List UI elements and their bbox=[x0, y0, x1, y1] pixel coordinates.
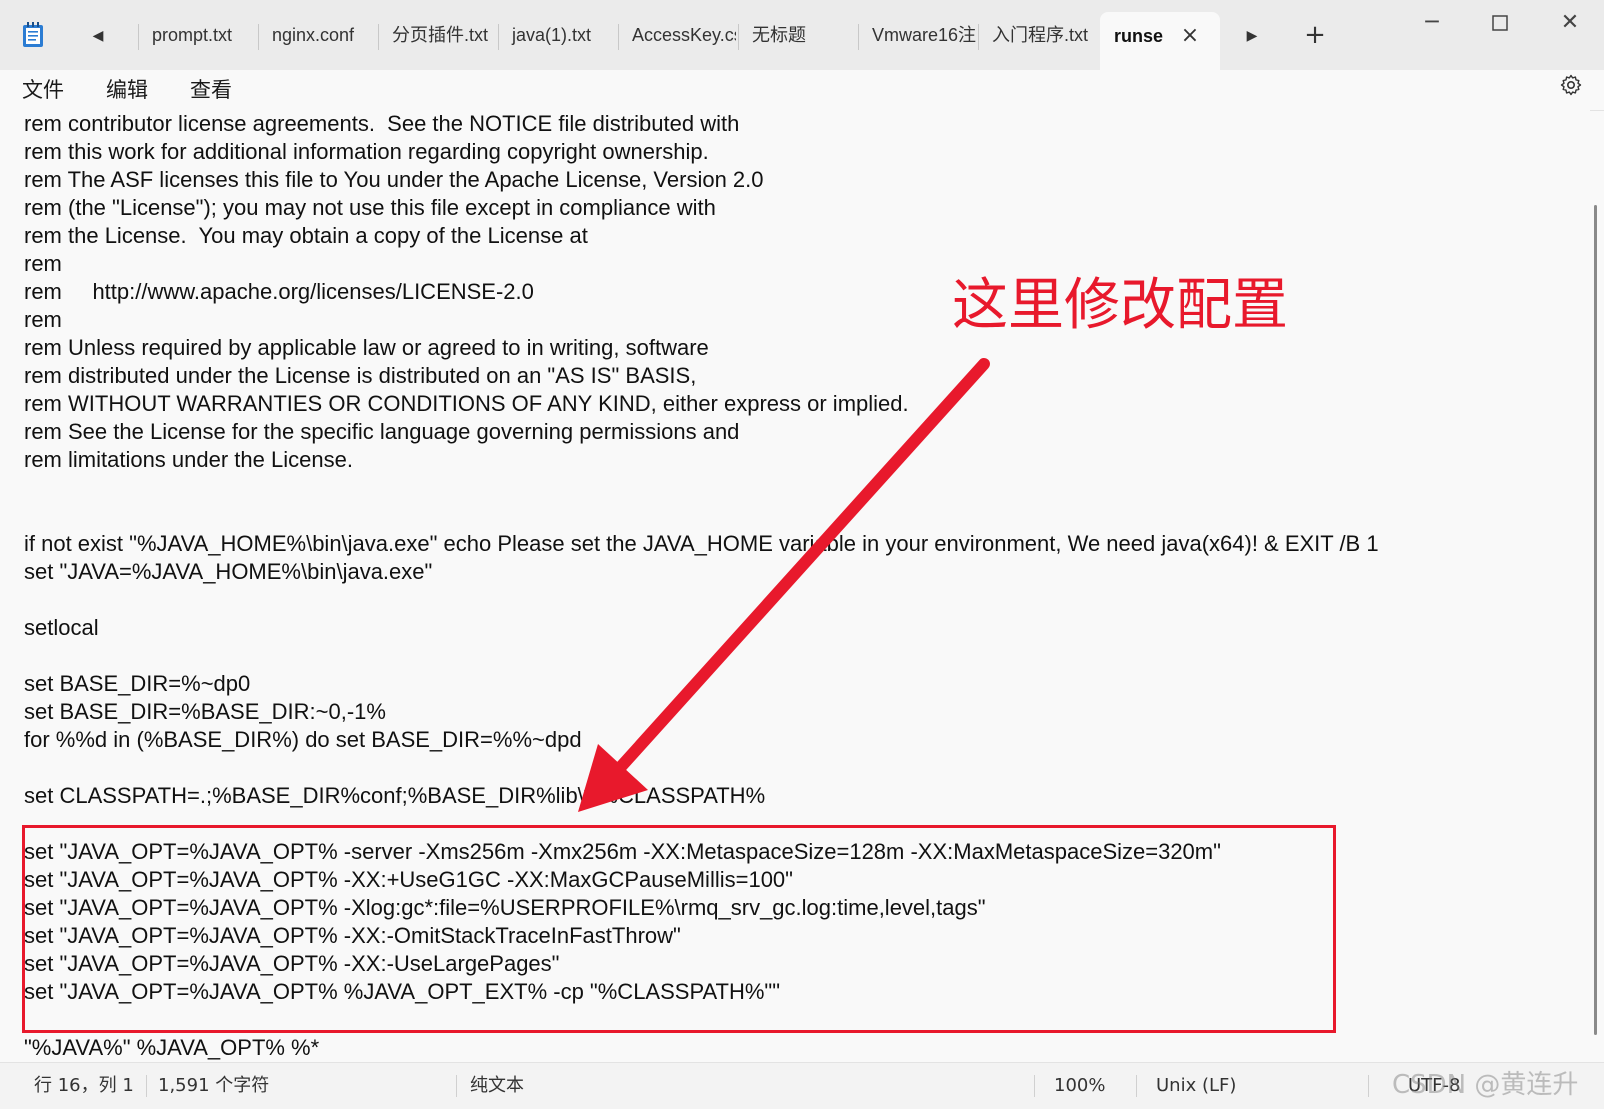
new-tab-icon[interactable]: + bbox=[1300, 20, 1330, 50]
editor-line: rem (the "License"); you may not use thi… bbox=[24, 195, 716, 220]
editor-line: rem the License. You may obtain a copy o… bbox=[24, 223, 588, 248]
menu-view[interactable]: 查看 bbox=[188, 74, 234, 106]
status-separator bbox=[1136, 1075, 1137, 1097]
settings-gear-icon[interactable] bbox=[1556, 70, 1586, 100]
status-separator bbox=[456, 1075, 457, 1097]
character-count: 1,591 个字符 bbox=[158, 1075, 270, 1096]
tab-intro-program[interactable]: 入门程序.txt bbox=[978, 10, 1096, 56]
tab-vmware16[interactable]: Vmware16注 bbox=[858, 10, 976, 56]
title-bar: ◀ prompt.txt nginx.conf 分页插件.txt java(1)… bbox=[0, 0, 1604, 70]
tab-close-icon[interactable]: × bbox=[1178, 24, 1202, 48]
editor-line: if not exist "%JAVA_HOME%\bin\java.exe" … bbox=[24, 531, 1379, 556]
editor-line: rem The ASF licenses this file to You un… bbox=[24, 167, 764, 192]
tab-runse-active[interactable]: runse bbox=[1100, 12, 1220, 70]
editor-line: rem limitations under the License. bbox=[24, 447, 353, 472]
cursor-position[interactable]: 行 16，列 1 bbox=[34, 1073, 134, 1099]
editor-line: set BASE_DIR=%BASE_DIR:~0,-1% bbox=[24, 699, 386, 724]
editor-line: rem Unless required by applicable law or… bbox=[24, 335, 709, 360]
status-separator bbox=[146, 1075, 147, 1097]
editor-line: for %%d in (%BASE_DIR%) do set BASE_DIR=… bbox=[24, 727, 582, 752]
minimize-icon[interactable]: ─ bbox=[1410, 8, 1454, 38]
editor-line: rem bbox=[24, 251, 62, 276]
status-separator bbox=[1368, 1075, 1369, 1097]
status-bar: 行 16，列 1 1,591 个字符 纯文本 100% Unix (LF) UT… bbox=[0, 1062, 1604, 1109]
editor-line: rem distributed under the License is dis… bbox=[24, 363, 697, 388]
editor-line: "%JAVA%" %JAVA_OPT% %* bbox=[24, 1035, 320, 1060]
menu-file[interactable]: 文件 bbox=[20, 74, 66, 106]
tab-untitled[interactable]: 无标题 bbox=[738, 10, 856, 56]
file-type: 纯文本 bbox=[470, 1075, 524, 1096]
menu-bar: 文件 编辑 查看 bbox=[0, 70, 1604, 111]
tab-accesskey-cs[interactable]: AccessKey.cs bbox=[618, 10, 736, 56]
editor-line: set CLASSPATH=.;%BASE_DIR%conf;%BASE_DIR… bbox=[24, 783, 766, 808]
tab-scroll-right-icon[interactable]: ▶ bbox=[1240, 24, 1264, 48]
editor-line: set BASE_DIR=%~dp0 bbox=[24, 671, 251, 696]
editor-line: setlocal bbox=[24, 615, 99, 640]
editor-line: rem this work for additional information… bbox=[24, 139, 709, 164]
menu-edit[interactable]: 编辑 bbox=[104, 74, 150, 106]
notepad-app-icon bbox=[22, 22, 44, 48]
annotation-label: 这里修改配置 bbox=[952, 273, 1288, 338]
editor-line: rem See the License for the specific lan… bbox=[24, 419, 740, 444]
editor-line: set "JAVA=%JAVA_HOME%\bin\java.exe" bbox=[24, 559, 433, 584]
editor-line: rem WITHOUT WARRANTIES OR CONDITIONS OF … bbox=[24, 391, 909, 416]
close-window-icon[interactable]: ✕ bbox=[1548, 8, 1592, 38]
tab-java1-txt[interactable]: java(1).txt bbox=[498, 10, 616, 56]
editor-line: rem contributor license agreements. See … bbox=[24, 111, 740, 136]
annotation-highlight-box bbox=[22, 825, 1336, 1033]
status-separator bbox=[1034, 1075, 1035, 1097]
tab-pagination-plugin[interactable]: 分页插件.txt bbox=[378, 10, 496, 56]
maximize-icon[interactable] bbox=[1478, 8, 1522, 38]
line-ending[interactable]: Unix (LF) bbox=[1156, 1073, 1236, 1099]
vertical-scrollbar[interactable] bbox=[1594, 205, 1597, 1035]
watermark: CSDN @黄连升 bbox=[1392, 1070, 1579, 1100]
zoom-level[interactable]: 100% bbox=[1054, 1073, 1105, 1099]
tab-prompt-txt[interactable]: prompt.txt bbox=[138, 10, 256, 56]
tab-nginx-conf[interactable]: nginx.conf bbox=[258, 10, 376, 56]
tab-scroll-left-icon[interactable]: ◀ bbox=[86, 24, 110, 48]
editor-line: rem bbox=[24, 307, 62, 332]
editor-line: rem http://www.apache.org/licenses/LICEN… bbox=[24, 279, 534, 304]
